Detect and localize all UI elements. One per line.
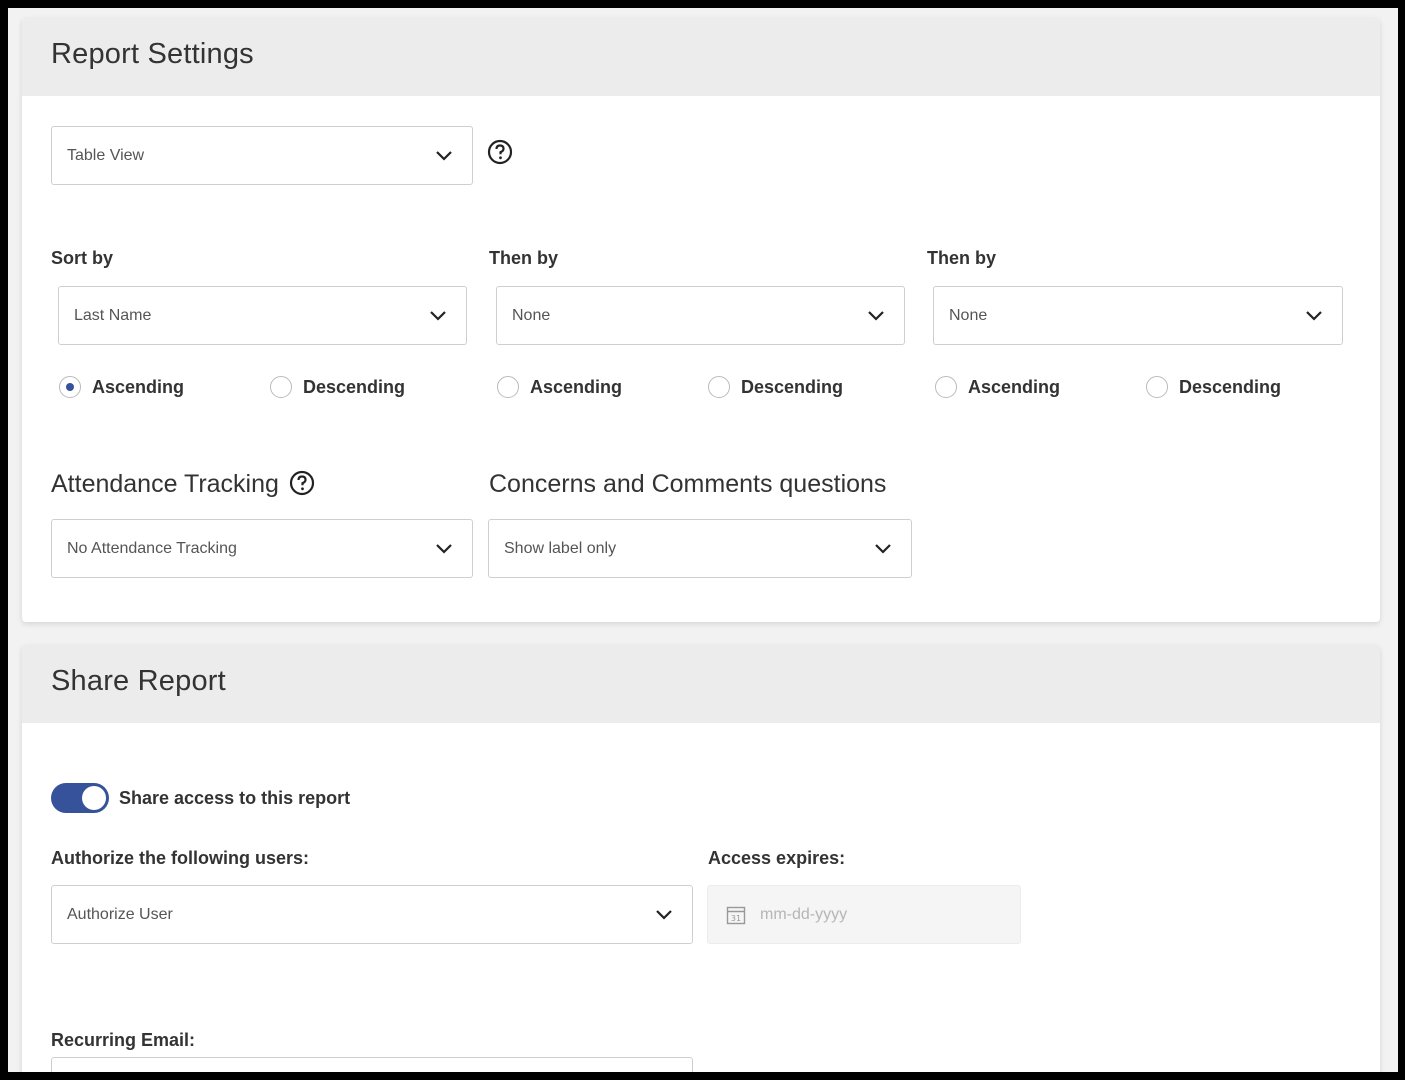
sort-by-ascending-label: Ascending (92, 376, 185, 397)
question-circle-icon[interactable] (289, 470, 315, 496)
chevron-down-icon (868, 311, 884, 321)
share-access-toggle[interactable] (51, 783, 109, 813)
then-by-2-ascending-label: Ascending (968, 376, 1061, 397)
sort-by-label: Sort by (51, 248, 114, 268)
attendance-select[interactable]: No Attendance Tracking (51, 519, 473, 578)
then-by-1-descending-radio[interactable]: Descending (708, 376, 843, 398)
report-settings-header: Report Settings (22, 18, 1380, 96)
chevron-down-icon (875, 544, 891, 554)
then-by-2-descending-label: Descending (1179, 376, 1282, 397)
then-by-2-ascending-radio[interactable]: Ascending (935, 376, 1060, 398)
recurring-email-select[interactable] (51, 1057, 693, 1072)
concerns-select[interactable]: Show label only (488, 519, 912, 578)
chevron-down-icon (1306, 311, 1322, 321)
view-select[interactable]: Table View (51, 126, 473, 185)
report-settings-title: Report Settings (51, 38, 254, 70)
sort-by-ascending-radio[interactable]: Ascending (59, 376, 184, 398)
calendar-icon: 31 (726, 906, 746, 924)
svg-text:31: 31 (731, 914, 741, 923)
then-by-1-ascending-label: Ascending (530, 376, 623, 397)
then-by-1-ascending-radio[interactable]: Ascending (497, 376, 622, 398)
report-settings-card: Report Settings Table View Sort by Last … (22, 18, 1380, 622)
access-expires-placeholder: mm-dd-yyyy (760, 905, 848, 923)
radio-circle (708, 376, 730, 398)
chevron-down-icon (430, 311, 446, 321)
attendance-heading: Attendance Tracking (51, 470, 279, 498)
chevron-down-icon (436, 151, 452, 161)
chevron-down-icon (656, 910, 672, 920)
share-report-card: Share Report Share access to this report… (22, 645, 1380, 1072)
concerns-heading: Concerns and Comments questions (489, 470, 887, 498)
share-report-header: Share Report (22, 645, 1380, 723)
share-report-title: Share Report (51, 665, 226, 697)
attendance-value: No Attendance Tracking (67, 539, 237, 557)
view-select-value: Table View (67, 146, 145, 164)
sort-by-value: Last Name (74, 306, 152, 324)
share-access-label: Share access to this report (119, 788, 351, 808)
authorize-users-label: Authorize the following users: (51, 848, 310, 868)
radio-circle (497, 376, 519, 398)
question-circle-icon[interactable] (487, 139, 513, 165)
then-by-value-2: None (949, 306, 988, 324)
then-by-select-2[interactable]: None (933, 286, 1343, 345)
access-expires-label: Access expires: (708, 848, 846, 868)
toggle-knob (82, 786, 106, 810)
radio-circle (935, 376, 957, 398)
concerns-value: Show label only (504, 539, 617, 557)
app-frame: Report Settings Table View Sort by Last … (8, 8, 1398, 1072)
then-by-value-1: None (512, 306, 551, 324)
authorize-user-value: Authorize User (67, 905, 173, 923)
then-by-label-2: Then by (927, 248, 997, 268)
then-by-1-descending-label: Descending (741, 376, 844, 397)
sort-by-descending-label: Descending (303, 376, 406, 397)
sort-by-select[interactable]: Last Name (58, 286, 467, 345)
radio-circle (59, 376, 81, 398)
then-by-label-1: Then by (489, 248, 559, 268)
sort-by-descending-radio[interactable]: Descending (270, 376, 405, 398)
radio-circle (270, 376, 292, 398)
access-expires-date-input[interactable]: 31 mm-dd-yyyy (707, 885, 1021, 944)
then-by-2-descending-radio[interactable]: Descending (1146, 376, 1281, 398)
radio-circle (1146, 376, 1168, 398)
authorize-user-select[interactable]: Authorize User (51, 885, 693, 944)
chevron-down-icon (436, 544, 452, 554)
recurring-email-label: Recurring Email: (51, 1030, 196, 1050)
then-by-select-1[interactable]: None (496, 286, 905, 345)
